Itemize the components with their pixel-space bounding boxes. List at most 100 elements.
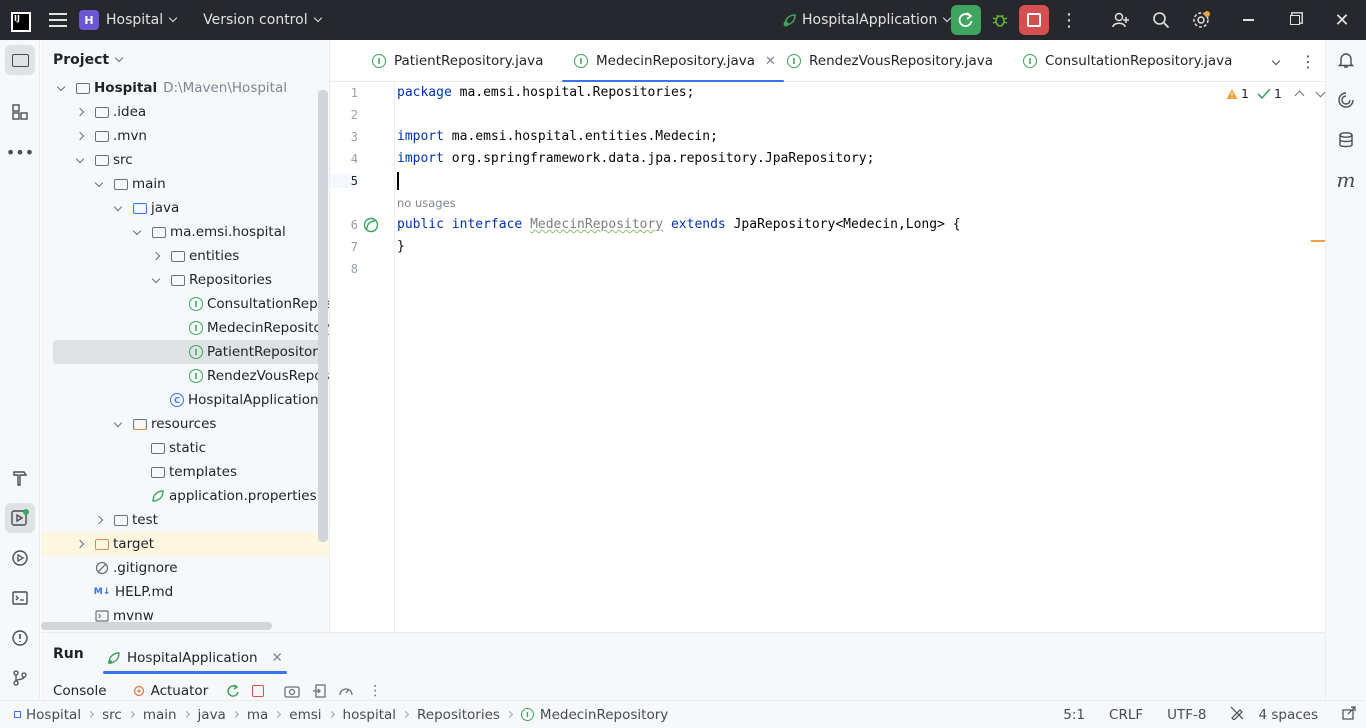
debug-button[interactable] <box>985 5 1015 35</box>
main-menu-icon[interactable] <box>49 13 67 27</box>
breadcrumb-item-medecin-repository[interactable]: I MedecinRepository <box>520 707 668 723</box>
run-config-selector[interactable]: HospitalApplication <box>782 0 952 40</box>
breadcrumb-item-java[interactable]: java <box>198 707 226 723</box>
project-vertical-scrollbar[interactable] <box>318 90 328 542</box>
tree-item-static[interactable]: static <box>150 436 206 460</box>
run-toolwindow-icon[interactable] <box>5 503 35 533</box>
tree-item-templates[interactable]: templates <box>150 460 237 484</box>
tree-item-hospital[interactable]: Hospital D:\Maven\Hospital <box>55 76 287 100</box>
maven-icon[interactable]: m <box>1331 165 1361 195</box>
search-icon[interactable] <box>1144 0 1178 40</box>
usages-inlay-hint[interactable]: no usages <box>397 196 456 210</box>
breadcrumb-item-emsi[interactable]: emsi <box>289 707 321 723</box>
git-branch-icon[interactable] <box>5 663 35 693</box>
add-user-icon[interactable] <box>1104 0 1138 40</box>
line-separator[interactable]: CRLF <box>1109 707 1143 723</box>
services-icon[interactable] <box>5 543 35 573</box>
tree-item-src[interactable]: src <box>74 148 133 172</box>
tree-item-test[interactable]: test <box>93 508 158 532</box>
indent-setting[interactable]: 4 spaces <box>1258 707 1318 723</box>
tree-item-medecin-repository[interactable]: I MedecinRepository <box>188 316 329 340</box>
collapse-arrow-icon[interactable] <box>93 178 105 190</box>
tree-item-gitignore[interactable]: .gitignore <box>94 556 178 580</box>
breadcrumb-item-main[interactable]: main <box>143 707 177 723</box>
close-window-icon[interactable]: ✕ <box>1325 0 1359 40</box>
tree-item-rendezvous-repository[interactable]: I RendezVousRepository <box>188 364 329 388</box>
tree-item-resources[interactable]: resources <box>112 412 216 436</box>
close-tab-icon[interactable]: ✕ <box>765 54 776 69</box>
database-icon[interactable] <box>1331 125 1361 155</box>
gauge-icon[interactable] <box>338 684 354 698</box>
more-toolwindows-icon[interactable]: ••• <box>5 137 35 167</box>
more-actions-icon[interactable]: ⋮ <box>1052 0 1086 40</box>
tree-item-entities[interactable]: entities <box>150 244 239 268</box>
notifications-bell-icon[interactable] <box>1331 45 1361 75</box>
project-toolwindow-folder-icon[interactable] <box>5 45 35 75</box>
tree-item-application-properties[interactable]: application.properties <box>150 484 317 508</box>
terminal-icon[interactable] <box>5 583 35 613</box>
tree-item-patient-repository[interactable]: I PatientRepository <box>53 340 326 364</box>
rerun-button[interactable] <box>951 5 981 35</box>
run-tab-hospital-application[interactable]: HospitalApplication ✕ <box>103 641 287 674</box>
tab-list-dropdown-icon[interactable] <box>1271 40 1281 82</box>
run-more-icon[interactable]: ⋮ <box>368 683 382 699</box>
breadcrumb-item-hospital[interactable]: Hospital <box>14 707 81 723</box>
project-selector[interactable]: H Hospital <box>67 0 178 40</box>
expand-arrow-icon[interactable] <box>74 106 86 118</box>
minimize-window-icon[interactable] <box>1231 0 1265 40</box>
next-highlight-icon[interactable] <box>1315 87 1326 97</box>
collapse-arrow-icon[interactable] <box>112 418 124 430</box>
tree-item-help-md[interactable]: M↓ HELP.md <box>92 580 174 604</box>
file-encoding[interactable]: UTF-8 <box>1167 707 1206 723</box>
tree-item-java[interactable]: java <box>112 196 179 220</box>
collapse-arrow-icon[interactable] <box>131 226 143 238</box>
file-lock-icon[interactable] <box>1342 706 1356 724</box>
warning-stripe-marker[interactable] <box>1311 240 1325 242</box>
collapse-arrow-icon[interactable] <box>74 154 86 166</box>
intellij-logo-icon[interactable]: IJ <box>11 12 31 32</box>
tab-medecin-repository[interactable]: I MedecinRepository.java ✕ <box>562 40 784 83</box>
inspections-widget[interactable]: 1 1 <box>1226 86 1326 101</box>
tab-consultation-repository[interactable]: I ConsultationRepository.java <box>1023 40 1232 82</box>
previous-highlight-icon[interactable] <box>1294 90 1305 100</box>
settings-gear-icon[interactable] <box>1184 0 1218 40</box>
structure-icon[interactable] <box>5 97 35 127</box>
close-run-tab-icon[interactable]: ✕ <box>272 650 283 666</box>
breadcrumb-item-src[interactable]: src <box>102 707 122 723</box>
expand-arrow-icon[interactable] <box>93 514 105 526</box>
tab-rendezvous-repository[interactable]: I RendezVousRepository.java <box>787 40 993 82</box>
collapse-arrow-icon[interactable] <box>55 82 67 94</box>
tree-item-target[interactable]: target <box>41 532 329 556</box>
tab-patient-repository[interactable]: I PatientRepository.java <box>372 40 543 82</box>
console-tab[interactable]: Console <box>53 683 107 699</box>
stop-button[interactable] <box>1019 5 1049 35</box>
build-hammer-icon[interactable] <box>5 463 35 493</box>
camera-icon[interactable] <box>284 684 300 698</box>
readonly-toggle-icon[interactable] <box>1230 706 1244 724</box>
project-panel-header[interactable]: Project <box>41 40 329 80</box>
ai-assistant-icon[interactable] <box>1331 85 1361 115</box>
tree-item-package[interactable]: ma.emsi.hospital <box>131 220 286 244</box>
tree-item-consultation-repository[interactable]: I ConsultationRepository <box>188 292 329 316</box>
breadcrumb-item-repositories[interactable]: Repositories <box>417 707 500 723</box>
stop-small-icon[interactable] <box>252 685 265 697</box>
expand-arrow-icon[interactable] <box>74 538 86 550</box>
code-editor[interactable]: package ma.emsi.hospital.Repositories; i… <box>396 82 1325 632</box>
tab-more-actions-icon[interactable]: ⋮ <box>1300 40 1316 82</box>
tree-item-main[interactable]: main <box>93 172 166 196</box>
spring-repository-gutter-icon[interactable] <box>363 217 379 237</box>
collapse-arrow-icon[interactable] <box>150 274 162 286</box>
breadcrumb-item-hospital-pkg[interactable]: hospital <box>343 707 397 723</box>
tree-item-idea[interactable]: .idea <box>74 100 146 124</box>
actuator-tab[interactable]: Actuator <box>133 683 208 699</box>
rerun-small-icon[interactable] <box>226 684 240 698</box>
expand-arrow-icon[interactable] <box>74 130 86 142</box>
vcs-selector[interactable]: Version control <box>196 0 322 40</box>
expand-arrow-icon[interactable] <box>150 250 162 262</box>
restore-window-icon[interactable] <box>1278 0 1312 40</box>
breadcrumb-item-ma[interactable]: ma <box>247 707 268 723</box>
problems-icon[interactable] <box>5 623 35 653</box>
tree-item-mvn[interactable]: .mvn <box>74 124 147 148</box>
caret-position[interactable]: 5:1 <box>1063 707 1085 723</box>
collapse-arrow-icon[interactable] <box>112 202 124 214</box>
